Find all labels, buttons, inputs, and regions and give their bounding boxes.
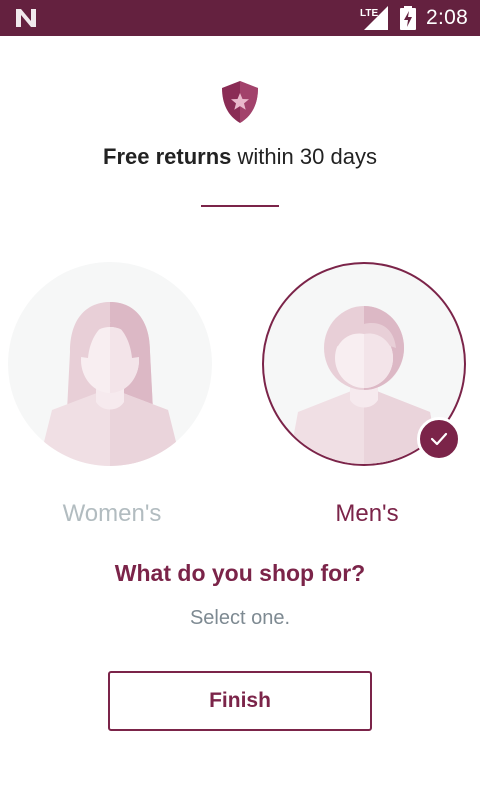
finish-button[interactable]: Finish bbox=[108, 671, 372, 731]
signal-icon: LTE bbox=[360, 6, 388, 30]
divider bbox=[201, 205, 279, 207]
mens-label[interactable]: Men's bbox=[257, 500, 477, 528]
mens-option[interactable] bbox=[262, 262, 470, 470]
headline-bold: Free returns bbox=[103, 144, 232, 169]
select-hint: Select one. bbox=[189, 607, 291, 629]
clock: 2:08 bbox=[426, 6, 469, 29]
status-bar: LTE 2:08 bbox=[0, 0, 480, 36]
womens-label[interactable]: Women's bbox=[2, 500, 222, 528]
headline-rest: within 30 days bbox=[231, 144, 377, 169]
n-logo-icon bbox=[16, 9, 36, 27]
selected-check-icon bbox=[417, 417, 461, 461]
battery-charging-icon bbox=[400, 6, 416, 30]
womens-option[interactable] bbox=[8, 262, 216, 470]
question-title: What do you shop for? bbox=[114, 560, 366, 586]
free-returns-headline: Free returns within 30 days bbox=[0, 144, 480, 170]
network-label: LTE bbox=[360, 8, 378, 19]
shield-star-icon bbox=[222, 81, 258, 123]
womens-circle[interactable] bbox=[8, 262, 212, 466]
woman-avatar-icon bbox=[38, 302, 182, 466]
